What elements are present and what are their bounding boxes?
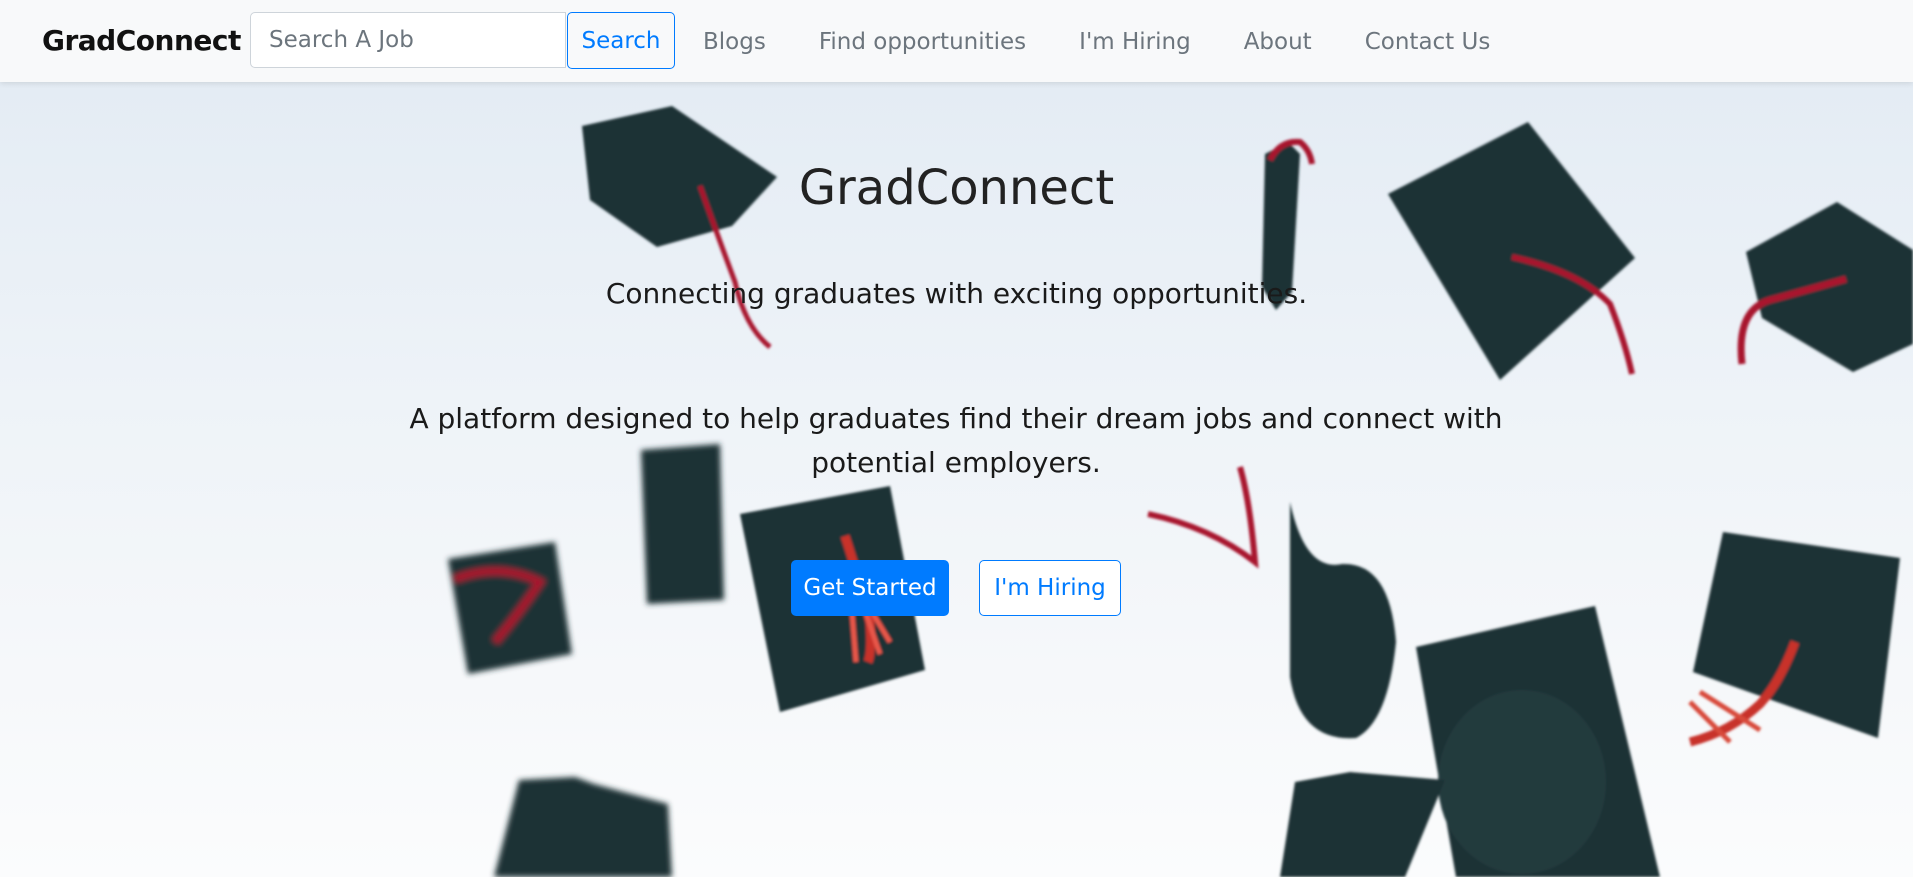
get-started-button[interactable]: Get Started [791,560,949,616]
search-button[interactable]: Search [567,12,675,69]
nav-link-blogs[interactable]: Blogs [703,26,766,58]
nav-link-contact-us[interactable]: Contact Us [1365,26,1491,58]
hero-section: GradConnect Connecting graduates with ex… [0,82,1913,877]
search-input[interactable] [250,12,566,68]
hero-tagline: Connecting graduates with exciting oppor… [605,277,1308,310]
nav-link-about[interactable]: About [1244,26,1312,58]
hero-title: GradConnect [798,160,1115,216]
nav-link-find-opportunities[interactable]: Find opportunities [819,26,1026,58]
nav-links: Blogs Find opportunities I'm Hiring Abou… [703,26,1543,58]
brand-logo[interactable]: GradConnect [42,24,241,57]
im-hiring-button[interactable]: I'm Hiring [979,560,1121,616]
nav-link-im-hiring[interactable]: I'm Hiring [1079,26,1191,58]
hero-description: A platform designed to help graduates fi… [409,402,1503,479]
top-navbar: GradConnect Search Blogs Find opportunit… [0,0,1913,82]
